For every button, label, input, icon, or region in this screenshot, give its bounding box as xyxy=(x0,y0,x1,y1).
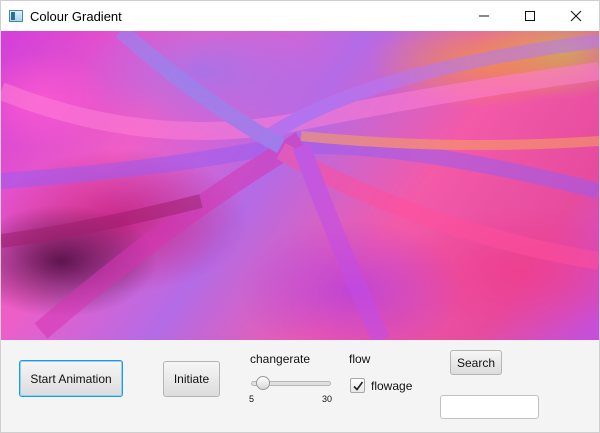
flowage-checkbox[interactable] xyxy=(350,378,365,393)
search-input[interactable] xyxy=(440,395,539,419)
minimize-button[interactable] xyxy=(461,1,507,31)
start-animation-label: Start Animation xyxy=(30,371,112,386)
changerate-label: changerate xyxy=(250,352,311,366)
start-animation-button[interactable]: Start Animation xyxy=(19,360,123,397)
maximize-icon xyxy=(525,11,535,21)
close-icon xyxy=(570,10,582,22)
initiate-button[interactable]: Initiate xyxy=(163,361,220,397)
changerate-slider-thumb[interactable] xyxy=(256,376,271,390)
close-button[interactable] xyxy=(553,1,599,31)
flow-label: flow xyxy=(349,352,371,366)
changerate-max-label: 30 xyxy=(322,394,333,404)
gradient-canvas xyxy=(1,31,599,340)
window-controls xyxy=(461,1,599,31)
initiate-label: Initiate xyxy=(173,372,210,386)
changerate-min-label: 5 xyxy=(249,394,255,404)
title-bar: Colour Gradient xyxy=(1,1,599,31)
window-title: Colour Gradient xyxy=(30,8,122,24)
app-icon xyxy=(9,10,23,22)
search-button-label: Search xyxy=(456,355,496,370)
checkmark-icon xyxy=(352,381,363,391)
minimize-icon xyxy=(479,15,489,17)
maximize-button[interactable] xyxy=(507,1,553,31)
search-button[interactable]: Search xyxy=(450,350,502,375)
flowage-label: flowage xyxy=(371,379,413,393)
gradient-texture xyxy=(1,31,599,340)
app-window: Colour Gradient Start Animation Initiate… xyxy=(0,0,600,433)
